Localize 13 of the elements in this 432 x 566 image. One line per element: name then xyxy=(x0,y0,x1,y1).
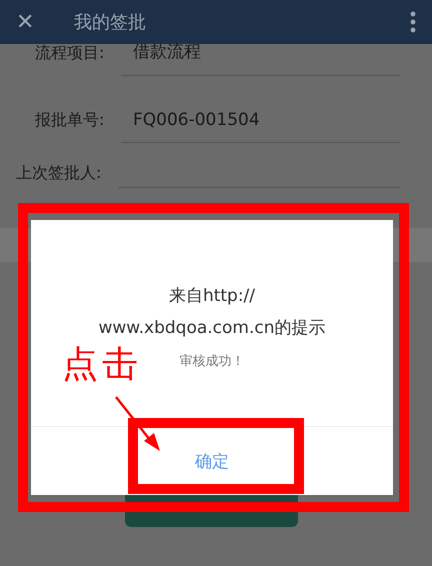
annotation-arrow xyxy=(114,395,162,453)
field-label: 报批单号: xyxy=(35,110,106,131)
dialog-message: 审核成功！ xyxy=(180,353,244,370)
dialog-title: 来自http:// www.xbdqoa.com.cn的提示 xyxy=(98,285,326,340)
field-label: 流程项目: xyxy=(35,43,106,64)
field-label: 上次签批人: xyxy=(16,163,102,184)
input-field[interactable]: 借款流程 xyxy=(121,40,400,76)
more-menu-icon[interactable] xyxy=(410,11,416,33)
close-icon[interactable]: ✕ xyxy=(16,10,56,34)
confirm-button[interactable]: 确定 xyxy=(175,444,249,478)
annotation-text: 点击 xyxy=(62,343,142,387)
input-field[interactable]: FQ006-001504 xyxy=(121,110,400,143)
screen-title: 我的签批 xyxy=(74,11,147,34)
